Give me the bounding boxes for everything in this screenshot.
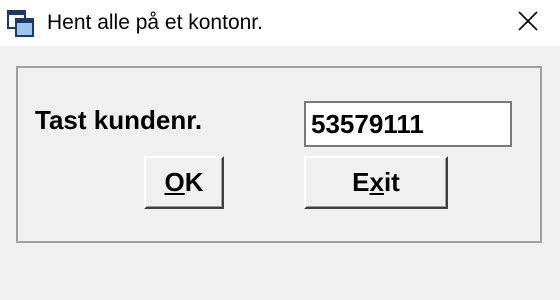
ok-button-label: OK xyxy=(164,167,204,197)
ok-button[interactable]: OK xyxy=(144,156,224,209)
close-button[interactable] xyxy=(496,0,560,46)
title-bar[interactable]: Hent alle på et kontonr. xyxy=(0,0,560,46)
app-window-icon xyxy=(7,10,35,38)
exit-button-label: Exit xyxy=(352,167,400,197)
exit-button[interactable]: Exit xyxy=(304,156,448,209)
customer-number-input[interactable] xyxy=(304,101,512,147)
close-icon xyxy=(517,10,539,37)
customer-number-label: Tast kundenr. xyxy=(35,105,203,135)
window-title: Hent alle på et kontonr. xyxy=(47,11,263,34)
form-group-box xyxy=(16,66,542,243)
dialog-client-area: Tast kundenr. OK Exit xyxy=(0,46,560,300)
